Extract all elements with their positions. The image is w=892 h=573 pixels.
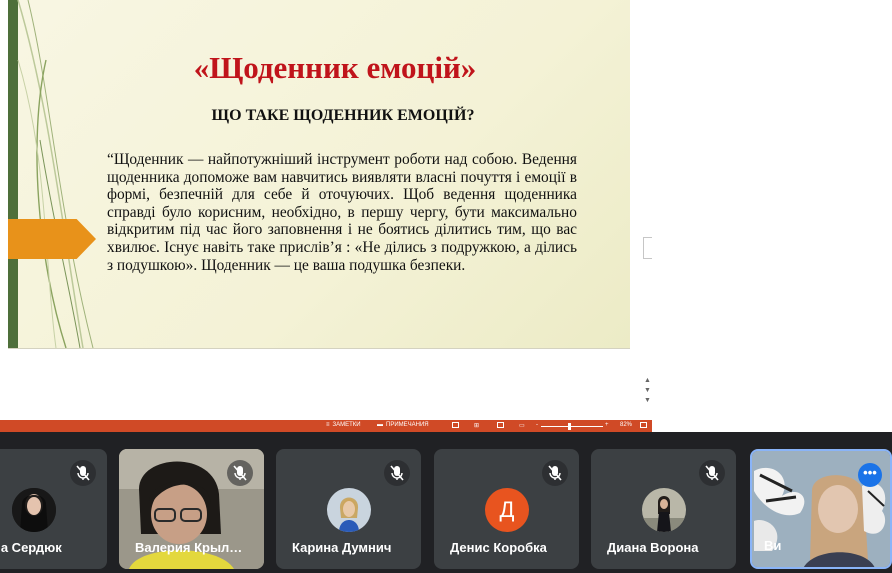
slideshow-button[interactable]: ▭ bbox=[519, 422, 525, 429]
avatar: Д bbox=[485, 488, 529, 532]
zoom-level[interactable]: 82% bbox=[620, 422, 632, 428]
fit-slide-button[interactable] bbox=[640, 422, 647, 428]
slide-subtitle: ЩО ТАКЕ ЩОДЕННИК ЕМОЦІЙ? bbox=[211, 107, 475, 124]
slide-sorter-icon: ⊞ bbox=[474, 423, 480, 429]
participant-name: Валерия Крыл… bbox=[135, 540, 243, 555]
notes-icon: ≡ bbox=[326, 422, 330, 428]
comments-button[interactable]: ▬ ПРИМЕЧАНИЯ bbox=[377, 422, 429, 428]
more-options-button[interactable]: ••• bbox=[858, 463, 882, 487]
participant-tile[interactable]: Валерия Крыл… bbox=[119, 449, 264, 569]
mic-muted-icon bbox=[70, 460, 96, 486]
person-photo-icon bbox=[12, 488, 56, 532]
participant-tile[interactable]: ша Сердюк bbox=[0, 449, 107, 569]
scroll-page-icon[interactable]: ▼ bbox=[643, 386, 652, 396]
mic-muted-icon bbox=[699, 460, 725, 486]
notes-label: ЗАМЕТКИ bbox=[332, 422, 361, 428]
zoom-slider-handle[interactable] bbox=[568, 423, 571, 430]
participant-name: ша Сердюк bbox=[0, 540, 62, 555]
slide-sorter-button[interactable]: ⊞ bbox=[474, 422, 479, 429]
reading-view-button[interactable] bbox=[497, 422, 504, 428]
notes-button[interactable]: ≡ ЗАМЕТКИ bbox=[326, 422, 361, 428]
participant-name: Денис Коробка bbox=[450, 540, 547, 555]
participant-name: Ви bbox=[764, 538, 782, 553]
slideshow-icon: ▭ bbox=[519, 423, 525, 429]
avatar bbox=[327, 488, 371, 532]
avatar bbox=[642, 488, 686, 532]
zoom-slider[interactable] bbox=[541, 426, 603, 427]
scroll-arrows[interactable]: ▲ ▼ ▼ bbox=[643, 376, 652, 406]
comments-label: ПРИМЕЧАНИЯ bbox=[386, 422, 429, 428]
participant-tile[interactable]: Д Денис Коробка bbox=[434, 449, 579, 569]
participant-name: Диана Ворона bbox=[607, 540, 699, 555]
mic-muted-icon bbox=[384, 460, 410, 486]
presentation-blank-area bbox=[652, 0, 892, 432]
shared-screen: «Щоденник емоцій» ЩО ТАКЕ ЩОДЕННИК ЕМОЦІ… bbox=[0, 0, 652, 432]
avatar bbox=[12, 488, 56, 532]
normal-view-icon bbox=[452, 422, 459, 428]
zoom-out-button[interactable]: - bbox=[536, 422, 538, 428]
participant-tile[interactable]: Карина Думнич bbox=[276, 449, 421, 569]
slide-title: «Щоденник емоцій» bbox=[193, 50, 477, 85]
mic-muted-icon bbox=[542, 460, 568, 486]
person-photo-icon bbox=[327, 488, 371, 532]
participant-tile[interactable]: Диана Ворона bbox=[591, 449, 736, 569]
participant-tile-self[interactable]: ••• Ви bbox=[750, 449, 892, 569]
mic-muted-icon bbox=[227, 460, 253, 486]
normal-view-button[interactable] bbox=[452, 422, 459, 428]
fit-slide-icon bbox=[640, 422, 647, 428]
participant-name: Карина Думнич bbox=[292, 540, 392, 555]
scroll-down-icon[interactable]: ▼ bbox=[643, 396, 652, 406]
slide-edge bbox=[8, 348, 630, 349]
zoom-in-button[interactable]: + bbox=[605, 422, 609, 428]
scroll-up-icon[interactable]: ▲ bbox=[643, 376, 652, 386]
person-photo-icon bbox=[642, 488, 686, 532]
comment-icon: ▬ bbox=[377, 422, 383, 428]
slide-body-text: “Щоденник — найпотужніший інструмент роб… bbox=[107, 151, 577, 274]
reading-view-icon bbox=[497, 422, 504, 428]
powerpoint-status-bar: ≡ ЗАМЕТКИ ▬ ПРИМЕЧАНИЯ ⊞ ▭ - + 82% bbox=[0, 420, 652, 432]
vertical-scrollbar-thumb[interactable] bbox=[643, 237, 652, 259]
